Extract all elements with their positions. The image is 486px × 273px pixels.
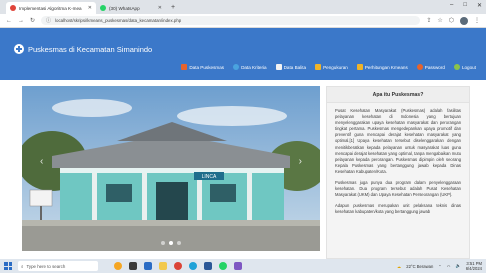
chrome-icon[interactable] xyxy=(174,262,182,270)
carousel-dot[interactable] xyxy=(161,241,165,245)
window-controls: – □ ✕ xyxy=(450,2,482,9)
about-title: Apa itu Puskesmas? xyxy=(327,87,469,103)
system-tray: ☁ 22°C Berawan ⌃ ◠ 🔈 3:51 PM 6/4/2024 xyxy=(397,261,482,271)
image-carousel[interactable]: LINCA ‹ › xyxy=(22,86,320,251)
calculator-icon xyxy=(356,64,363,70)
whatsapp-icon xyxy=(100,5,106,11)
search-placeholder: Type here to search xyxy=(26,263,66,269)
site-title: Puskesmas di Kecamatan Simanindo xyxy=(28,44,153,54)
tab-favicon xyxy=(10,5,16,11)
building-sign: LINCA xyxy=(202,174,217,180)
star-icon[interactable]: ☆ xyxy=(437,17,442,24)
clock[interactable]: 3:51 PM 6/4/2024 xyxy=(466,261,482,271)
browser-tab-bar: Implementasi Algoritma K-mea ✕ (30) What… xyxy=(0,0,486,14)
about-panel: Apa itu Puskesmas? Pusat Kesehatan Masya… xyxy=(326,86,470,259)
gear-icon xyxy=(233,64,240,70)
url-text: localhost/skripsi/kmeans_puskesmas/data_… xyxy=(55,18,182,23)
minimize-button[interactable]: – xyxy=(450,2,453,9)
edge-icon[interactable] xyxy=(189,262,197,270)
nav-data-balita[interactable]: Data Balita xyxy=(275,64,307,70)
screen: Implementasi Algoritma K-mea ✕ (30) What… xyxy=(0,0,486,273)
nav-perhitungan-kmeans[interactable]: Perhitungan Kmeans xyxy=(356,64,408,70)
tab-label: (30) WhatsApp xyxy=(109,5,140,11)
nav-label: Pengukuran xyxy=(323,64,348,70)
carousel-dot[interactable] xyxy=(177,241,181,245)
widgets-icon[interactable] xyxy=(114,262,122,270)
about-body: Pusat Kesehatan Masyarakat (Puskesmas) a… xyxy=(327,103,469,226)
extensions-icon[interactable]: ⬡ xyxy=(449,17,454,24)
folder-icon xyxy=(315,64,322,70)
reload-icon[interactable]: ↻ xyxy=(30,17,35,24)
taskbar: ⌕ Type here to search ☁ 22°C Berawan ⌃ ◠… xyxy=(0,259,486,273)
close-icon[interactable]: ✕ xyxy=(158,5,162,11)
new-tab-button[interactable]: + xyxy=(166,2,180,14)
main-content: LINCA ‹ › Apa itu Puskesmas? Pusat Keseh… xyxy=(22,86,470,259)
weather-text[interactable]: 22°C Berawan xyxy=(406,264,433,269)
back-icon[interactable]: ← xyxy=(6,18,12,24)
nav-label: Data Puskesmas xyxy=(189,64,225,70)
nav-data-puskesmas[interactable]: Data Puskesmas xyxy=(181,64,224,70)
volume-icon[interactable]: 🔈 xyxy=(455,263,460,269)
nav-label: Password xyxy=(424,64,445,70)
main-nav: Data Puskesmas Data Kriteria Data Balita… xyxy=(181,64,476,70)
weather-icon: ☁ xyxy=(397,263,402,269)
nav-label: Data Kriteria xyxy=(241,64,267,70)
nav-data-kriteria[interactable]: Data Kriteria xyxy=(233,64,267,70)
close-icon[interactable]: ✕ xyxy=(88,5,92,11)
medical-cross-icon xyxy=(14,44,24,54)
clock-date: 6/4/2024 xyxy=(465,266,482,271)
nav-label: Data Balita xyxy=(283,64,307,70)
file-explorer-icon[interactable] xyxy=(159,262,167,270)
info-icon: ⓘ xyxy=(46,18,52,24)
site-brand[interactable]: Puskesmas di Kecamatan Simanindo xyxy=(14,44,152,54)
taskbar-search[interactable]: ⌕ Type here to search xyxy=(18,261,98,271)
web-page: Puskesmas di Kecamatan Simanindo Data Pu… xyxy=(0,28,486,259)
carousel-dot-active[interactable] xyxy=(169,241,173,245)
nav-logout[interactable]: Logout xyxy=(453,64,476,70)
search-icon: ⌕ xyxy=(21,263,24,269)
logout-icon xyxy=(453,64,460,70)
nav-label: Perhitungan Kmeans xyxy=(364,64,408,70)
carousel-indicators xyxy=(22,241,320,245)
about-paragraph: Adapun puskesmas merupakan unit pelaksan… xyxy=(335,203,461,215)
address-bar-row: ← → ↻ ⓘ localhost/skripsi/kmeans_puskesm… xyxy=(0,14,486,28)
nav-password[interactable]: Password xyxy=(416,64,445,70)
whatsapp-icon[interactable] xyxy=(219,262,227,270)
nav-label: Logout xyxy=(461,64,476,70)
windows-start-icon[interactable] xyxy=(4,262,12,270)
chevron-up-icon[interactable]: ⌃ xyxy=(438,264,442,269)
maximize-button[interactable]: □ xyxy=(463,2,467,9)
tab-whatsapp[interactable]: (30) WhatsApp ✕ xyxy=(96,2,166,14)
key-icon xyxy=(416,64,423,70)
url-input[interactable]: ⓘ localhost/skripsi/kmeans_puskesmas/dat… xyxy=(41,16,421,25)
document-icon xyxy=(275,64,282,70)
puskesmas-building-photo: LINCA xyxy=(22,86,320,251)
taskbar-apps xyxy=(114,262,242,270)
about-paragraph: Pusat Kesehatan Masyarakat (Puskesmas) a… xyxy=(335,108,461,174)
store-icon[interactable] xyxy=(144,262,152,270)
tab-implementasi[interactable]: Implementasi Algoritma K-mea ✕ xyxy=(6,2,96,14)
menu-icon[interactable]: ⋮ xyxy=(474,17,480,24)
forward-icon[interactable]: → xyxy=(18,18,24,24)
close-window-button[interactable]: ✕ xyxy=(477,2,482,9)
word-icon[interactable] xyxy=(204,262,212,270)
chevron-left-icon[interactable]: ‹ xyxy=(40,156,43,167)
hospital-icon xyxy=(181,64,188,70)
app-icon[interactable] xyxy=(234,262,242,270)
tab-label: Implementasi Algoritma K-mea xyxy=(19,5,82,11)
avatar[interactable] xyxy=(460,16,468,25)
share-icon[interactable]: ⇪ xyxy=(426,17,431,24)
site-header: Puskesmas di Kecamatan Simanindo Data Pu… xyxy=(0,28,486,80)
about-paragraph: Puskesmas juga punya dua program dalam p… xyxy=(335,180,461,198)
wifi-icon[interactable]: ◠ xyxy=(447,264,451,269)
task-view-icon[interactable] xyxy=(129,262,137,270)
nav-pengukuran[interactable]: Pengukuran xyxy=(315,64,348,70)
chevron-right-icon[interactable]: › xyxy=(299,156,302,167)
